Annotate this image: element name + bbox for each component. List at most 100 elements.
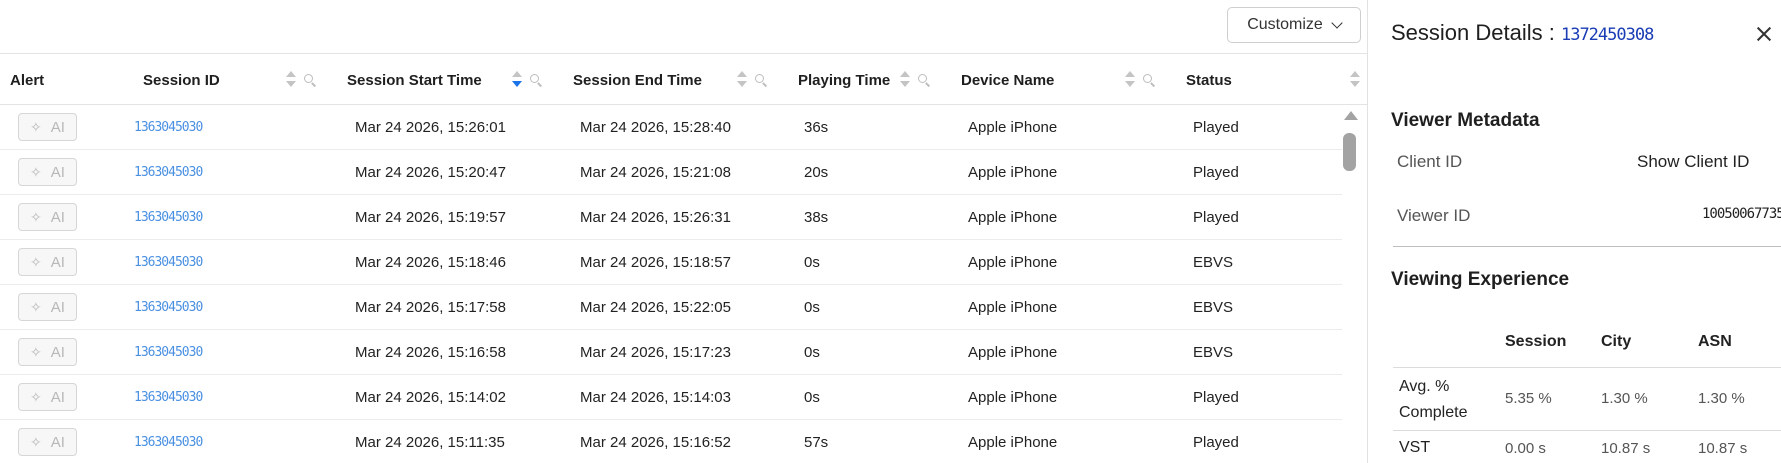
search-icon[interactable] xyxy=(1143,74,1156,87)
session-id-link-text[interactable]: 1363045030 xyxy=(134,390,203,405)
cell-playing-time-text: 0s xyxy=(804,389,820,406)
cell-device-name-text: Apple iPhone xyxy=(968,344,1058,361)
search-icon[interactable] xyxy=(755,74,768,87)
sort-icon[interactable] xyxy=(1125,71,1135,89)
cell-playing-time-text: 36s xyxy=(804,119,829,136)
sort-icon[interactable] xyxy=(286,71,296,89)
session-id-link[interactable]: 1363045030 xyxy=(134,240,203,285)
table-row[interactable]: ✧ AI 1363045030 Mar 24 2026, 15:14:02 Mar 24… xyxy=(0,375,1342,420)
details-session-id: 1372450308 xyxy=(1560,25,1654,45)
ai-label: AI xyxy=(50,433,65,451)
cell-device-name: Apple iPhone xyxy=(968,375,1057,420)
cell-device-name-text: Apple iPhone xyxy=(968,254,1058,271)
cell-start-time-text: Mar 24 2026, 15:26:01 xyxy=(355,119,506,136)
session-id-link-text[interactable]: 1363045030 xyxy=(134,165,203,180)
session-id-link-text[interactable]: 1363045030 xyxy=(134,255,203,270)
table-row[interactable]: ✧ AI 1363045030 Mar 24 2026, 15:17:58 Mar 24… xyxy=(0,285,1342,330)
sparkle-icon: ✧ xyxy=(30,388,42,405)
cell-end-time-text: Mar 24 2026, 15:14:03 xyxy=(580,389,731,406)
table-row[interactable]: ✧ AI 1363045030 Mar 24 2026, 15:26:01 Mar 24… xyxy=(0,105,1342,150)
vx-cell-session: 0.00 s xyxy=(1505,440,1546,457)
customize-button[interactable]: Customize xyxy=(1227,7,1361,43)
ai-button[interactable]: ✧ AI xyxy=(18,293,77,321)
column-header-session-start-time[interactable]: Session Start Time xyxy=(347,54,482,106)
sort-desc-icon[interactable] xyxy=(512,71,522,89)
scrollbar-thumb[interactable] xyxy=(1343,133,1356,171)
column-label: Alert xyxy=(10,71,45,89)
session-id-link[interactable]: 1363045030 xyxy=(134,285,203,330)
cell-end-time-text: Mar 24 2026, 15:21:08 xyxy=(580,164,731,181)
sort-icon[interactable] xyxy=(900,71,910,89)
cell-start-time-text: Mar 24 2026, 15:20:47 xyxy=(355,164,506,181)
ai-label: AI xyxy=(50,163,65,181)
column-label: Session End Time xyxy=(573,71,702,89)
cell-end-time: Mar 24 2026, 15:18:57 xyxy=(580,240,731,285)
ai-button[interactable]: ✧ AI xyxy=(18,248,77,276)
ai-label: AI xyxy=(50,298,65,316)
session-id-link[interactable]: 1363045030 xyxy=(134,330,203,375)
cell-playing-time: 0s xyxy=(804,330,820,375)
session-id-link[interactable]: 1363045030 xyxy=(134,105,203,150)
sort-icon[interactable] xyxy=(1350,71,1360,89)
ai-label: AI xyxy=(50,343,65,361)
ai-button[interactable]: ✧ AI xyxy=(18,338,77,366)
cell-device-name-text: Apple iPhone xyxy=(968,119,1058,136)
table-row[interactable]: ✧ AI 1363045030 Mar 24 2026, 15:18:46 Mar 24… xyxy=(0,240,1342,285)
ai-button[interactable]: ✧ AI xyxy=(18,203,77,231)
column-header-session-end-time[interactable]: Session End Time xyxy=(573,54,702,106)
table-body: ✧ AI 1363045030 Mar 24 2026, 15:26:01 Mar 24… xyxy=(0,105,1342,463)
sort-icon[interactable] xyxy=(737,71,747,89)
cell-status: EBVS xyxy=(1193,330,1233,375)
cell-start-time: Mar 24 2026, 15:14:02 xyxy=(355,375,506,420)
column-header-alert: Alert xyxy=(10,54,44,106)
vx-row-vst: VST 0.00 s 10.87 s 10.87 s xyxy=(1393,430,1781,463)
cell-status-text: Played xyxy=(1193,434,1239,451)
session-id-link-text[interactable]: 1363045030 xyxy=(134,210,203,225)
vertical-scrollbar[interactable] xyxy=(1342,110,1358,463)
cell-end-time: Mar 24 2026, 15:22:05 xyxy=(580,285,731,330)
viewer-metadata-heading: Viewer Metadata xyxy=(1391,110,1540,131)
table-header: Alert Session ID Session Start Time Sess… xyxy=(0,53,1367,106)
ai-button[interactable]: ✧ AI xyxy=(18,113,77,141)
session-id-link[interactable]: 1363045030 xyxy=(134,375,203,420)
close-icon[interactable] xyxy=(1755,25,1773,43)
column-header-session-id[interactable]: Session ID xyxy=(143,54,220,106)
session-id-link[interactable]: 1363045030 xyxy=(134,420,203,463)
column-header-playing-time[interactable]: Playing Time xyxy=(798,54,890,106)
vx-cell-city: 1.30 % xyxy=(1601,390,1648,407)
ai-button[interactable]: ✧ AI xyxy=(18,428,77,456)
session-id-link-text[interactable]: 1363045030 xyxy=(134,435,203,450)
cell-status: Played xyxy=(1193,375,1239,420)
ai-button[interactable]: ✧ AI xyxy=(18,383,77,411)
column-label: Playing Time xyxy=(798,71,891,89)
cell-device-name-text: Apple iPhone xyxy=(968,299,1058,316)
cell-playing-time: 0s xyxy=(804,375,820,420)
sparkle-icon: ✧ xyxy=(30,208,42,225)
ai-button[interactable]: ✧ AI xyxy=(18,158,77,186)
column-header-status[interactable]: Status xyxy=(1186,54,1232,106)
table-row[interactable]: ✧ AI 1363045030 Mar 24 2026, 15:16:58 Mar 24… xyxy=(0,330,1342,375)
session-id-link-text[interactable]: 1363045030 xyxy=(134,300,203,315)
session-id-link-text[interactable]: 1363045030 xyxy=(134,345,203,360)
cell-playing-time: 0s xyxy=(804,240,820,285)
scroll-up-arrow-icon[interactable] xyxy=(1344,111,1358,120)
session-id-link[interactable]: 1363045030 xyxy=(134,195,203,240)
table-row[interactable]: ✧ AI 1363045030 Mar 24 2026, 15:11:35 Mar 24… xyxy=(0,420,1342,463)
cell-device-name: Apple iPhone xyxy=(968,150,1057,195)
search-icon[interactable] xyxy=(304,74,317,87)
chevron-down-icon xyxy=(1331,17,1343,29)
cell-status: Played xyxy=(1193,150,1239,195)
cell-end-time: Mar 24 2026, 15:14:03 xyxy=(580,375,731,420)
column-header-device-name[interactable]: Device Name xyxy=(961,54,1054,106)
cell-playing-time-text: 20s xyxy=(804,164,829,181)
session-id-link-text[interactable]: 1363045030 xyxy=(134,120,203,135)
cell-playing-time: 0s xyxy=(804,285,820,330)
search-icon[interactable] xyxy=(918,74,931,87)
search-icon[interactable] xyxy=(530,74,543,87)
table-row[interactable]: ✧ AI 1363045030 Mar 24 2026, 15:19:57 Mar 24… xyxy=(0,195,1342,240)
table-row[interactable]: ✧ AI 1363045030 Mar 24 2026, 15:20:47 Mar 24… xyxy=(0,150,1342,195)
session-id-link[interactable]: 1363045030 xyxy=(134,150,203,195)
show-client-id-link[interactable]: Show Client ID xyxy=(1637,152,1749,172)
cell-start-time: Mar 24 2026, 15:20:47 xyxy=(355,150,506,195)
cell-device-name: Apple iPhone xyxy=(968,105,1057,150)
